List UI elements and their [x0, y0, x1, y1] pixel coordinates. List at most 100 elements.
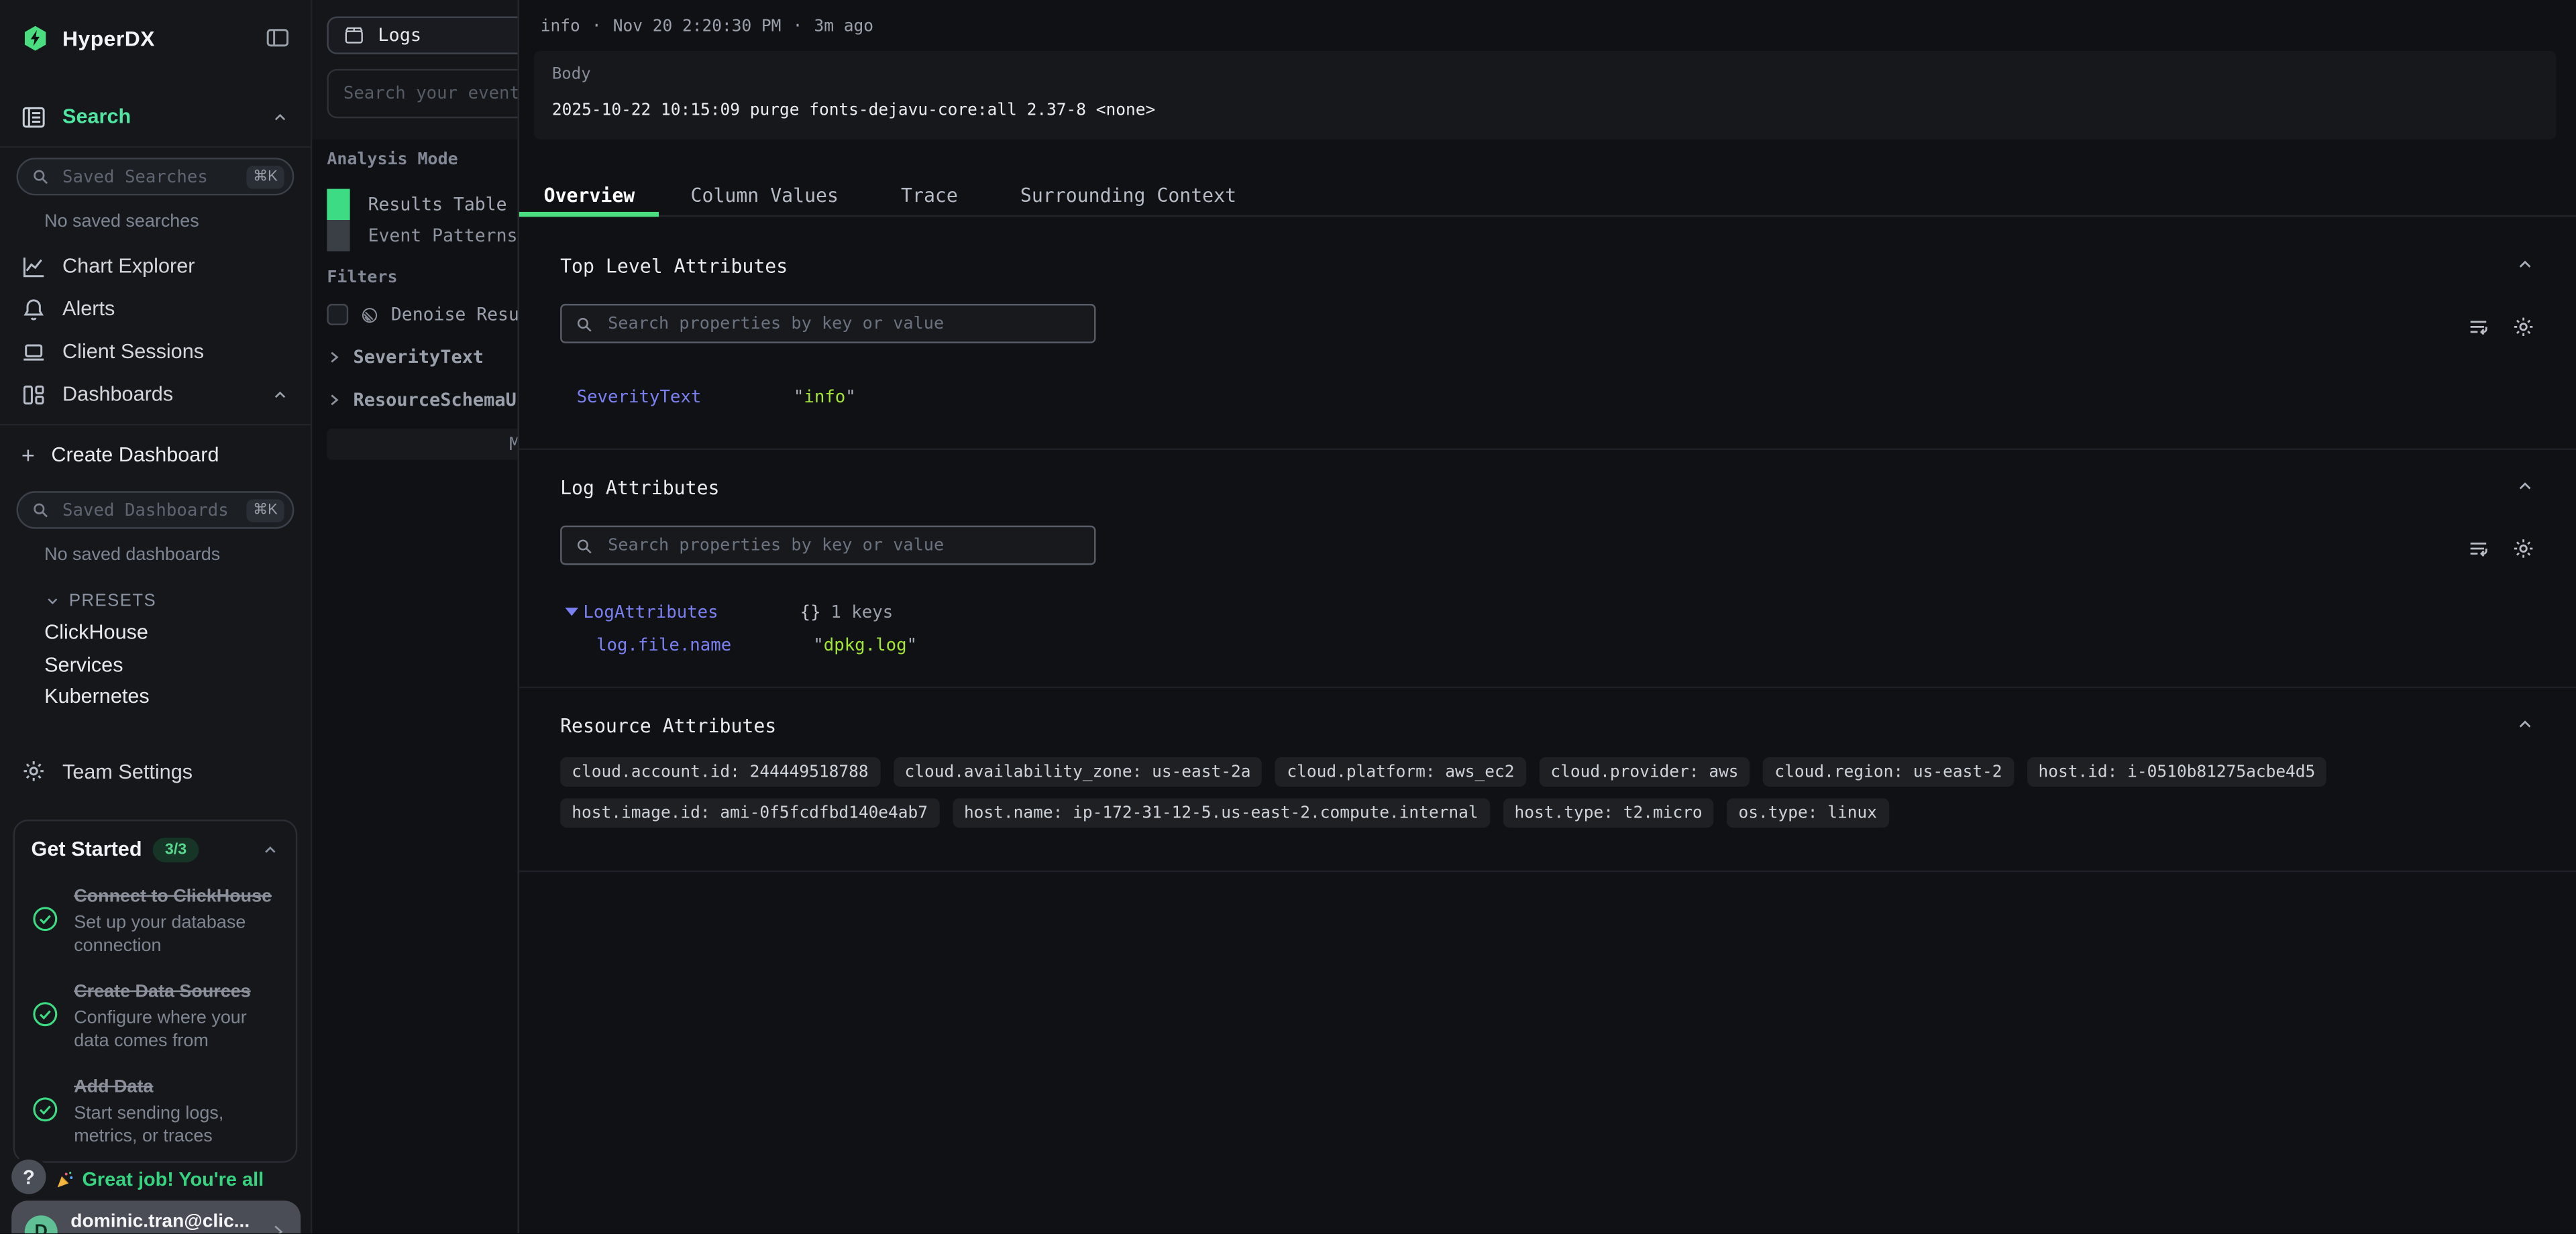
resource-chip[interactable]: cloud.platform: aws_ec2: [1275, 757, 1525, 787]
active-indicator: [327, 189, 350, 221]
no-saved-dashboards-text: No saved dashboards: [0, 529, 311, 578]
property-search[interactable]: [560, 304, 1095, 343]
tab-overview[interactable]: Overview: [519, 174, 659, 215]
tab-column-values[interactable]: Column Values: [659, 174, 870, 215]
property-search-input[interactable]: [604, 534, 1081, 557]
magnifier-icon: [32, 168, 50, 186]
property-search[interactable]: [560, 526, 1095, 565]
event-timestamp: Nov 20 2:20:30 PM: [613, 18, 782, 36]
section-title: Resource Attributes: [560, 714, 2535, 737]
filter-group-label: SeverityText: [354, 347, 484, 368]
saved-dashboards-input[interactable]: [59, 498, 236, 521]
section-resource-attributes: Resource Attributes cloud.account.id: 24…: [519, 688, 2576, 872]
sidebar-toggle-icon[interactable]: [266, 28, 289, 48]
presets-toggle[interactable]: PRESETS: [0, 578, 311, 618]
filter-group-label: ResourceSchemaUrl: [354, 389, 539, 410]
keys-count: 1 keys: [830, 603, 893, 622]
preset-kubernetes[interactable]: Kubernetes: [0, 681, 311, 714]
dashboards-icon: [21, 382, 46, 406]
sidebar-item-team-settings[interactable]: Team Settings: [0, 750, 311, 793]
plus-icon: +: [21, 443, 35, 466]
check-circle-icon: [32, 904, 60, 932]
chart-explorer-icon: [21, 254, 46, 278]
divider: [0, 424, 311, 425]
separator: ·: [592, 18, 602, 36]
resource-chip[interactable]: host.name: ip-172-31-12-5.us-east-2.comp…: [953, 798, 1490, 828]
separator: ·: [793, 18, 803, 36]
resource-chip[interactable]: host.id: i-0510b81275acbe4d5: [2027, 757, 2326, 787]
resource-chip[interactable]: cloud.region: us-east-2: [1763, 757, 2013, 787]
get-started-item-title: Connect to ClickHouse: [74, 886, 272, 905]
get-started-item-title: Add Data: [74, 1076, 153, 1096]
preset-services[interactable]: Services: [0, 650, 311, 682]
check-circle-icon: [32, 1095, 60, 1123]
party-icon: [54, 1168, 76, 1190]
analysis-mode-label: Analysis Mode: [327, 151, 458, 169]
saved-searches-search[interactable]: ⌘K: [16, 158, 294, 195]
congrats-text: Great job! You're all: [82, 1168, 264, 1190]
attribute-row: SeverityText "info": [560, 386, 2535, 409]
sidebar-item-label: Client Sessions: [62, 340, 204, 363]
saved-dashboards-search[interactable]: ⌘K: [16, 491, 294, 528]
attribute-value[interactable]: dpkg.log: [824, 636, 907, 655]
filters-label: Filters: [327, 270, 397, 288]
resource-chip[interactable]: cloud.provider: aws: [1539, 757, 1750, 787]
mode-label: Event Patterns: [350, 220, 518, 251]
presets-label: PRESETS: [69, 592, 156, 611]
wrap-lines-icon[interactable]: [2467, 315, 2490, 338]
tab-trace[interactable]: Trace: [870, 174, 989, 215]
saved-searches-input[interactable]: [59, 165, 236, 188]
sidebar-item-search[interactable]: Search: [0, 95, 311, 138]
gear-icon: [21, 759, 46, 783]
mode-label: Results Table: [350, 189, 507, 221]
resource-chip[interactable]: cloud.account.id: 244449518788: [560, 757, 880, 787]
gear-icon[interactable]: [2512, 315, 2534, 338]
caret-down-icon[interactable]: [565, 608, 578, 616]
resource-chip[interactable]: os.type: linux: [1727, 798, 1888, 828]
tab-surrounding-context[interactable]: Surrounding Context: [989, 174, 1267, 215]
hyperdx-logo-icon: [21, 24, 50, 52]
checkbox[interactable]: [327, 304, 348, 325]
get-started-item-connect[interactable]: Connect to ClickHouse Set up your databa…: [32, 879, 280, 956]
congrats-message: Great job! You're all: [54, 1168, 304, 1190]
get-started-header[interactable]: Get Started 3/3: [32, 837, 280, 862]
attribute-key[interactable]: LogAttributes: [583, 601, 800, 624]
preset-clickhouse[interactable]: ClickHouse: [0, 618, 311, 650]
gear-icon[interactable]: [2512, 537, 2534, 560]
chevron-right-icon: [327, 350, 341, 365]
sidebar-item-label: Dashboards: [62, 383, 173, 406]
collapse-section-icon[interactable]: [2515, 255, 2534, 274]
resource-chip[interactable]: host.image.id: ami-0f5fcdfbd140e4ab7: [560, 798, 939, 828]
sidebar-item-alerts[interactable]: Alerts: [0, 288, 311, 331]
chevron-right-icon: [327, 392, 341, 407]
user-menu[interactable]: D dominic.tran@clic... dominic.tran@clic…: [11, 1200, 301, 1233]
mode-event-patterns[interactable]: Event Patterns: [327, 220, 517, 251]
chevron-up-icon: [271, 107, 289, 125]
chevron-right-icon: [268, 1222, 287, 1233]
collapse-section-icon[interactable]: [2515, 714, 2534, 734]
resource-chips: cloud.account.id: 244449518788 cloud.ava…: [560, 757, 2535, 828]
attribute-key[interactable]: SeverityText: [577, 386, 794, 409]
get-started-item-sources[interactable]: Create Data Sources Configure where your…: [32, 974, 280, 1052]
filter-group-resourceschemaurl[interactable]: ResourceSchemaUrl: [327, 389, 538, 410]
attribute-value[interactable]: info: [804, 388, 845, 407]
sidebar-item-chart-explorer[interactable]: Chart Explorer: [0, 245, 311, 288]
sidebar-item-label: Alerts: [62, 297, 115, 320]
collapse-section-icon[interactable]: [2515, 476, 2534, 496]
get-started-item-add-data[interactable]: Add Data Start sending logs, metrics, or…: [32, 1070, 280, 1147]
help-button[interactable]: ?: [11, 1160, 46, 1194]
property-search-input[interactable]: [604, 312, 1081, 335]
resource-chip[interactable]: cloud.availability_zone: us-east-2a: [893, 757, 1262, 787]
filter-group-severitytext[interactable]: SeverityText: [327, 347, 484, 368]
magnifier-icon: [32, 501, 50, 519]
wrap-lines-icon[interactable]: [2467, 537, 2490, 560]
mode-results-table[interactable]: Results Table: [327, 189, 506, 221]
body-card: Body 2025-10-22 10:15:09 purge fonts-dej…: [534, 51, 2557, 139]
divider: [0, 146, 311, 148]
attribute-key[interactable]: log.file.name: [596, 634, 813, 657]
create-dashboard-button[interactable]: + Create Dashboard: [0, 434, 311, 477]
sidebar-item-dashboards[interactable]: Dashboards: [0, 373, 311, 416]
sidebar-item-client-sessions[interactable]: Client Sessions: [0, 330, 311, 373]
brand-title: HyperDX: [62, 25, 155, 50]
resource-chip[interactable]: host.type: t2.micro: [1503, 798, 1713, 828]
